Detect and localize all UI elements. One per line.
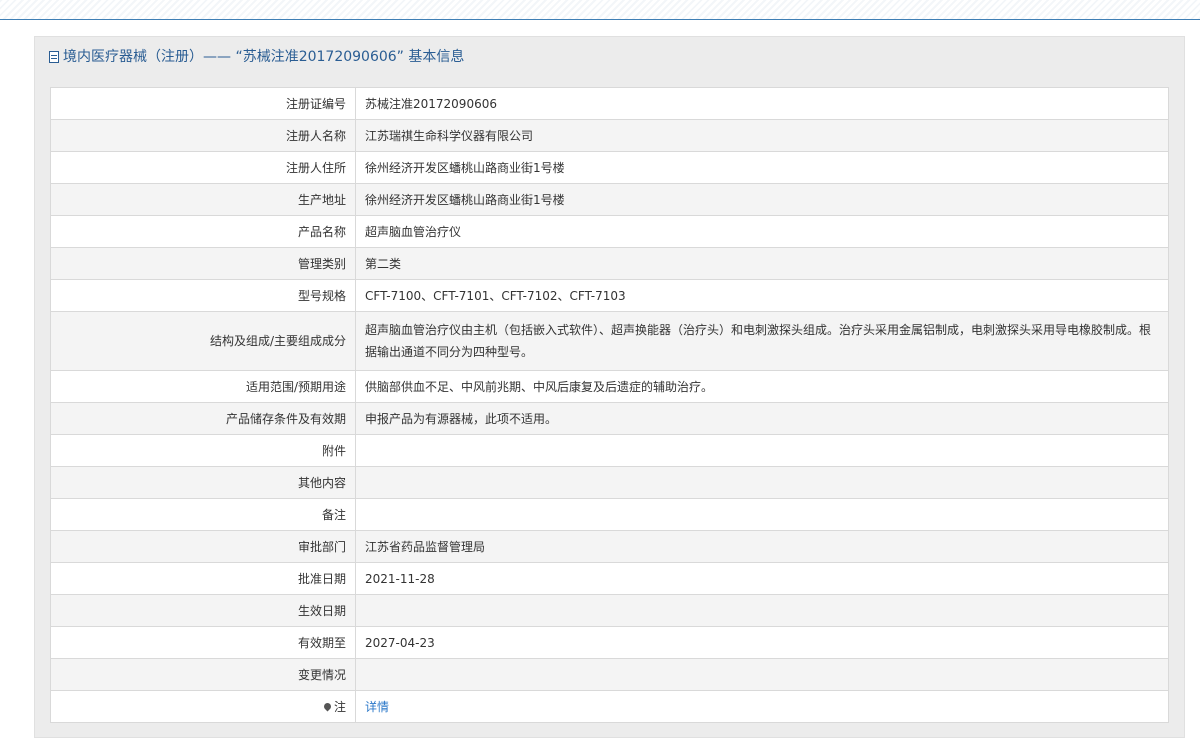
- page-title: 境内医疗器械（注册）—— “苏械注准20172090606” 基本信息: [63, 49, 465, 65]
- row-label: 变更情况: [50, 658, 356, 691]
- table-row: 批准日期 2021-11-28: [50, 562, 1169, 595]
- row-label: 注册人住所: [50, 151, 356, 184]
- row-label: 注册证编号: [50, 87, 356, 120]
- row-label: 有效期至: [50, 626, 356, 659]
- row-value: 超声脑血管治疗仪由主机（包括嵌入式软件）、超声换能器（治疗头）和电刺激探头组成。…: [355, 311, 1169, 371]
- row-value: 申报产品为有源器械，此项不适用。: [355, 402, 1169, 435]
- row-value: CFT-7100、CFT-7101、CFT-7102、CFT-7103: [355, 279, 1169, 312]
- row-label: 生产地址: [50, 183, 356, 216]
- top-banner: [0, 0, 1200, 20]
- table-row: 其他内容: [50, 466, 1169, 499]
- row-label: 适用范围/预期用途: [50, 370, 356, 403]
- row-value: 详情: [355, 690, 1169, 723]
- row-label: 型号规格: [50, 279, 356, 312]
- row-label-note: 注: [50, 690, 356, 723]
- table-row: 注册证编号 苏械注准20172090606: [50, 87, 1169, 120]
- row-value: [355, 594, 1169, 627]
- table-row: 审批部门 江苏省药品监督管理局: [50, 530, 1169, 563]
- row-value: 苏械注准20172090606: [355, 87, 1169, 120]
- table-row: 备注: [50, 498, 1169, 531]
- table-row: 注册人住所 徐州经济开发区蟠桃山路商业街1号楼: [50, 151, 1169, 184]
- table-row: 生产地址 徐州经济开发区蟠桃山路商业街1号楼: [50, 183, 1169, 216]
- panel-header: 境内医疗器械（注册）—— “苏械注准20172090606” 基本信息: [35, 37, 1184, 76]
- row-label: 其他内容: [50, 466, 356, 499]
- row-label: 产品名称: [50, 215, 356, 248]
- table-row: 型号规格 CFT-7100、CFT-7101、CFT-7102、CFT-7103: [50, 279, 1169, 312]
- row-value: 第二类: [355, 247, 1169, 280]
- row-value: 超声脑血管治疗仪: [355, 215, 1169, 248]
- table-row: 产品名称 超声脑血管治疗仪: [50, 215, 1169, 248]
- row-label: 产品储存条件及有效期: [50, 402, 356, 435]
- location-pin-icon: [322, 701, 333, 711]
- row-label: 附件: [50, 434, 356, 467]
- row-label: 审批部门: [50, 530, 356, 563]
- table-row: 注册人名称 江苏瑞祺生命科学仪器有限公司: [50, 119, 1169, 152]
- row-value: 江苏瑞祺生命科学仪器有限公司: [355, 119, 1169, 152]
- table-row: 结构及组成/主要组成成分 超声脑血管治疗仪由主机（包括嵌入式软件）、超声换能器（…: [50, 311, 1169, 371]
- row-label: 管理类别: [50, 247, 356, 280]
- info-table: 注册证编号 苏械注准20172090606 注册人名称 江苏瑞祺生命科学仪器有限…: [50, 87, 1169, 723]
- row-label: 批准日期: [50, 562, 356, 595]
- row-value: [355, 466, 1169, 499]
- row-label: 生效日期: [50, 594, 356, 627]
- row-value: 徐州经济开发区蟠桃山路商业街1号楼: [355, 151, 1169, 184]
- table-row: 变更情况: [50, 658, 1169, 691]
- table-row: 生效日期: [50, 594, 1169, 627]
- document-icon: [49, 51, 59, 63]
- table-row: 注 详情: [50, 690, 1169, 723]
- row-value: 徐州经济开发区蟠桃山路商业街1号楼: [355, 183, 1169, 216]
- info-panel: 境内医疗器械（注册）—— “苏械注准20172090606” 基本信息 注册证编…: [34, 36, 1185, 738]
- table-row: 适用范围/预期用途 供脑部供血不足、中风前兆期、中风后康复及后遗症的辅助治疗。: [50, 370, 1169, 403]
- row-value: 江苏省药品监督管理局: [355, 530, 1169, 563]
- table-row: 有效期至 2027-04-23: [50, 626, 1169, 659]
- row-value: [355, 658, 1169, 691]
- row-label: 注册人名称: [50, 119, 356, 152]
- table-row: 附件: [50, 434, 1169, 467]
- row-value: [355, 498, 1169, 531]
- row-label: 结构及组成/主要组成成分: [50, 311, 356, 371]
- row-value: 2027-04-23: [355, 626, 1169, 659]
- table-row: 产品储存条件及有效期 申报产品为有源器械，此项不适用。: [50, 402, 1169, 435]
- note-label: 注: [333, 699, 346, 714]
- table-row: 管理类别 第二类: [50, 247, 1169, 280]
- details-link[interactable]: 详情: [365, 700, 389, 714]
- row-value: [355, 434, 1169, 467]
- row-value: 供脑部供血不足、中风前兆期、中风后康复及后遗症的辅助治疗。: [355, 370, 1169, 403]
- row-value: 2021-11-28: [355, 562, 1169, 595]
- row-label: 备注: [50, 498, 356, 531]
